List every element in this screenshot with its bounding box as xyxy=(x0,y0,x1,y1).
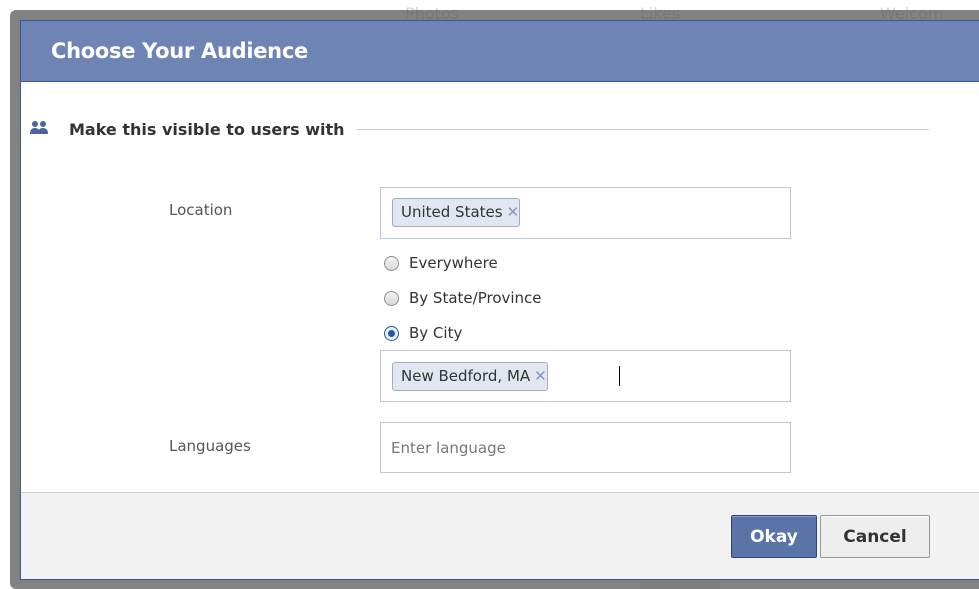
location-token-label: United States xyxy=(401,203,503,221)
city-input[interactable]: New Bedford, MA ✕ xyxy=(380,350,791,402)
radio-everywhere-control[interactable] xyxy=(384,255,399,271)
radio-everywhere-label[interactable]: Everywhere xyxy=(409,254,498,272)
cancel-button[interactable]: Cancel xyxy=(820,515,930,558)
section-header: Make this visible to users with xyxy=(29,116,959,142)
dialog-footer: Okay Cancel xyxy=(21,492,979,579)
radio-by-state-control[interactable] xyxy=(384,290,399,306)
radio-by-state[interactable]: By State/Province xyxy=(384,287,542,309)
text-cursor xyxy=(619,366,620,386)
radio-by-city-label[interactable]: By City xyxy=(409,324,462,342)
radio-by-state-label[interactable]: By State/Province xyxy=(409,289,542,307)
city-token: New Bedford, MA ✕ xyxy=(392,362,548,391)
people-icon xyxy=(29,119,49,139)
section-title: Make this visible to users with xyxy=(69,119,345,139)
dialog-title: Choose Your Audience xyxy=(21,21,979,82)
okay-button[interactable]: Okay xyxy=(731,515,817,558)
radio-by-city-control[interactable] xyxy=(384,325,399,341)
radio-everywhere[interactable]: Everywhere xyxy=(384,252,498,274)
location-token: United States ✕ xyxy=(392,198,521,227)
choose-audience-dialog: Choose Your Audience Make this visible t… xyxy=(20,20,979,580)
languages-label: Languages xyxy=(169,437,251,455)
radio-by-city[interactable]: By City xyxy=(384,322,462,344)
remove-location-token-icon[interactable]: ✕ xyxy=(507,203,520,221)
languages-input[interactable] xyxy=(380,422,791,473)
remove-city-token-icon[interactable]: ✕ xyxy=(534,367,547,385)
city-token-label: New Bedford, MA xyxy=(401,367,531,385)
location-label: Location xyxy=(169,201,233,219)
section-divider xyxy=(356,128,929,130)
location-input[interactable]: United States ✕ xyxy=(380,187,791,239)
